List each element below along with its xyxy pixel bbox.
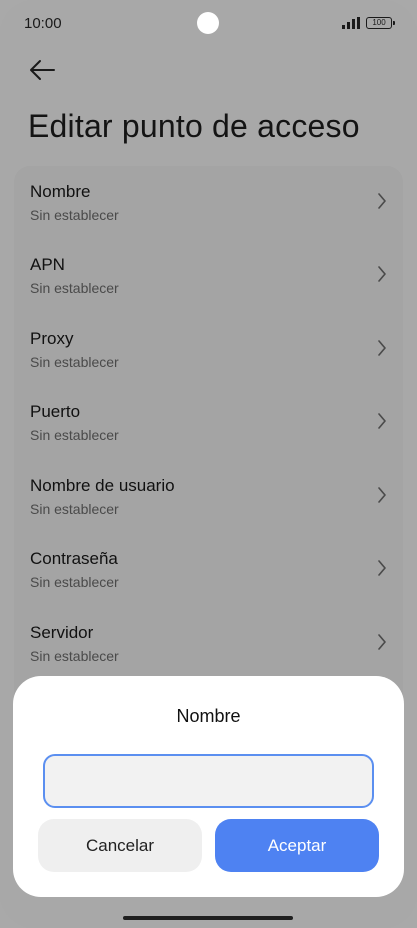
name-input[interactable]: [43, 754, 374, 808]
status-bar: 10:00 100: [0, 0, 417, 46]
list-item-nombre-de-usuario[interactable]: Nombre de usuario Sin establecer: [14, 460, 403, 533]
item-value: Sin establecer: [30, 427, 119, 443]
chevron-right-icon: [378, 634, 386, 650]
list-item-proxy[interactable]: Proxy Sin establecer: [14, 313, 403, 386]
item-value: Sin establecer: [30, 648, 119, 664]
item-title: Proxy: [30, 329, 74, 348]
battery-icon: 100: [366, 17, 395, 29]
chevron-right-icon: [378, 413, 386, 429]
chevron-right-icon: [378, 487, 386, 503]
apn-settings-list: Nombre Sin establecer APN Sin establecer…: [14, 166, 403, 726]
item-title: Puerto: [30, 402, 81, 421]
name-input-dialog: Nombre Cancelar Aceptar: [13, 676, 404, 897]
status-time: 10:00: [24, 15, 62, 32]
item-title: Nombre: [30, 182, 91, 201]
item-title: Contraseña: [30, 549, 118, 568]
item-value: Sin establecer: [30, 354, 119, 370]
phone-screen: 10:00 100 Editar punto de acceso Nombre …: [0, 0, 417, 928]
front-camera: [197, 12, 219, 34]
item-title: Nombre de usuario: [30, 476, 175, 495]
item-value: Sin establecer: [30, 207, 119, 223]
chevron-right-icon: [378, 193, 386, 209]
cancel-button[interactable]: Cancelar: [38, 819, 202, 872]
list-item-apn[interactable]: APN Sin establecer: [14, 239, 403, 312]
accept-button[interactable]: Aceptar: [215, 819, 379, 872]
list-item-servidor[interactable]: Servidor Sin establecer: [14, 607, 403, 680]
item-value: Sin establecer: [30, 280, 119, 296]
battery-level: 100: [372, 18, 386, 27]
arrow-left-icon[interactable]: [26, 56, 58, 84]
page-title: Editar punto de acceso: [28, 108, 360, 144]
list-item-puerto[interactable]: Puerto Sin establecer: [14, 386, 403, 459]
chevron-right-icon: [378, 340, 386, 356]
item-value: Sin establecer: [30, 501, 119, 517]
item-title: APN: [30, 255, 65, 274]
list-item-contrasena[interactable]: Contraseña Sin establecer: [14, 533, 403, 606]
item-title: Servidor: [30, 623, 94, 642]
signal-icon: [342, 17, 360, 29]
item-value: Sin establecer: [30, 574, 119, 590]
dialog-title: Nombre: [176, 706, 241, 726]
chevron-right-icon: [378, 560, 386, 576]
list-item-nombre[interactable]: Nombre Sin establecer: [14, 166, 403, 239]
home-indicator[interactable]: [123, 916, 293, 920]
chevron-right-icon: [378, 266, 386, 282]
